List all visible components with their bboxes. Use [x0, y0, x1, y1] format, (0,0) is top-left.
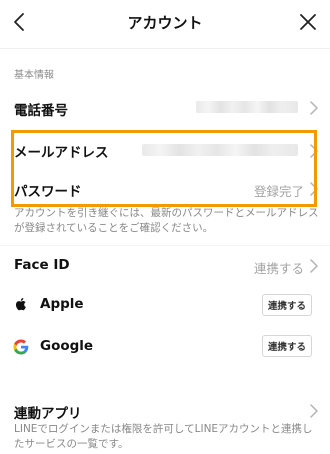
row-apple: Apple 連携する [0, 288, 330, 322]
row-face-id-label: Face ID [14, 257, 70, 273]
section-divider [0, 374, 330, 382]
row-phone-label: 電話番号 [14, 103, 68, 119]
close-icon[interactable] [296, 10, 320, 34]
chevron-right-icon [310, 259, 318, 273]
page-title: アカウント [127, 14, 203, 32]
account-transfer-note: アカウントを引き継ぐには、最新のパスワードとメールアドレスが登録されていることを… [14, 207, 319, 234]
row-linked-apps-label: 連動アプリ [14, 406, 82, 422]
phone-value-blurred [196, 101, 298, 113]
apple-logo-icon [15, 298, 26, 311]
section-label: 基本情報 [14, 70, 54, 81]
row-phone[interactable]: 電話番号 [0, 90, 330, 126]
row-google-label: Google [40, 338, 94, 354]
section-divider [0, 245, 330, 246]
row-google: Google 連携する [0, 330, 330, 364]
row-linked-apps[interactable]: 連動アプリ LINEでログインまたは権限を許可してLINEアカウントと連携したサ… [0, 398, 330, 454]
row-face-id-status: 連携する [254, 261, 305, 276]
row-face-id[interactable]: Face ID 連携する [0, 249, 330, 283]
header-divider [0, 48, 330, 49]
chevron-right-icon [310, 404, 318, 418]
apple-link-button[interactable]: 連携する [262, 294, 312, 316]
highlight-box [11, 130, 317, 207]
linked-apps-description: LINEでログインまたは権限を許可してLINEアカウントと連携したサービスの一覧… [14, 423, 313, 450]
google-logo-icon [13, 339, 29, 355]
chevron-right-icon [310, 101, 318, 115]
google-link-button[interactable]: 連携する [262, 335, 312, 357]
header-bar: アカウント [0, 0, 330, 48]
row-apple-label: Apple [40, 296, 84, 312]
